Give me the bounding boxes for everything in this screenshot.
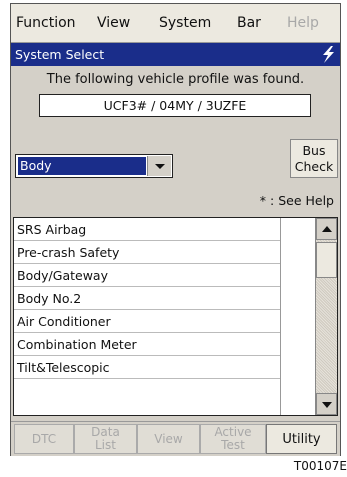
tab-utility[interactable]: Utility xyxy=(266,424,337,454)
tab-utility-label: Utility xyxy=(282,431,321,447)
tab-active-test: Active Test xyxy=(200,424,266,454)
scrollbar-thumb[interactable] xyxy=(316,242,337,278)
list-column-divider xyxy=(280,218,281,415)
scroll-down-icon[interactable] xyxy=(316,393,337,415)
bus-check-label-line2: Check xyxy=(294,159,334,174)
scroll-up-icon[interactable] xyxy=(316,218,337,240)
lightning-bolt-icon xyxy=(323,46,334,63)
bus-check-label-line1: Bus xyxy=(302,143,326,158)
vehicle-profile-field: UCF3# / 04MY / 3UZFE xyxy=(39,94,311,117)
bus-check-button[interactable]: Bus Check xyxy=(290,139,338,178)
tab-dtc-label: DTC xyxy=(31,431,57,446)
list-item[interactable]: Air Conditioner xyxy=(14,310,280,333)
list-scrollbar[interactable] xyxy=(315,218,337,415)
tab-view-label: View xyxy=(154,431,183,446)
menu-function[interactable]: Function xyxy=(16,4,76,42)
list-item[interactable]: Body No.2 xyxy=(14,287,280,310)
system-list: SRS Airbag Pre-crash Safety Body/Gateway… xyxy=(13,217,338,416)
chevron-down-icon[interactable] xyxy=(147,156,171,176)
figure-id: T00107E xyxy=(293,459,347,473)
profile-message: The following vehicle profile was found. xyxy=(46,72,305,87)
tab-view: View xyxy=(137,424,200,454)
list-item[interactable]: SRS Airbag xyxy=(14,218,280,241)
menu-bar-item[interactable]: Bar xyxy=(237,4,261,42)
menu-view[interactable]: View xyxy=(97,4,130,42)
tab-data-list-line2: List xyxy=(95,438,116,452)
dropdown-selected-value: Body xyxy=(18,157,146,175)
menu-system[interactable]: System xyxy=(159,4,211,42)
system-category-dropdown[interactable]: Body xyxy=(15,154,173,178)
tab-active-test-line2: Test xyxy=(221,438,245,452)
menu-help: Help xyxy=(287,15,319,31)
device-screen: Function View System Bar Help System Sel… xyxy=(10,3,341,456)
menu-bar: Function View System Bar Help xyxy=(11,4,340,43)
function-tab-bar: DTC Data List View Active Test Utility xyxy=(11,421,340,456)
tab-data-list: Data List xyxy=(74,424,137,454)
list-item[interactable]: Body/Gateway xyxy=(14,264,280,287)
tab-dtc: DTC xyxy=(14,424,74,454)
list-item[interactable]: Pre-crash Safety xyxy=(14,241,280,264)
window-title: System Select xyxy=(15,47,105,62)
see-help-note: * : See Help xyxy=(259,193,334,208)
list-item[interactable]: Combination Meter xyxy=(14,333,280,356)
list-item[interactable]: Tilt&Telescopic xyxy=(14,356,280,379)
title-bar: System Select xyxy=(11,43,340,66)
